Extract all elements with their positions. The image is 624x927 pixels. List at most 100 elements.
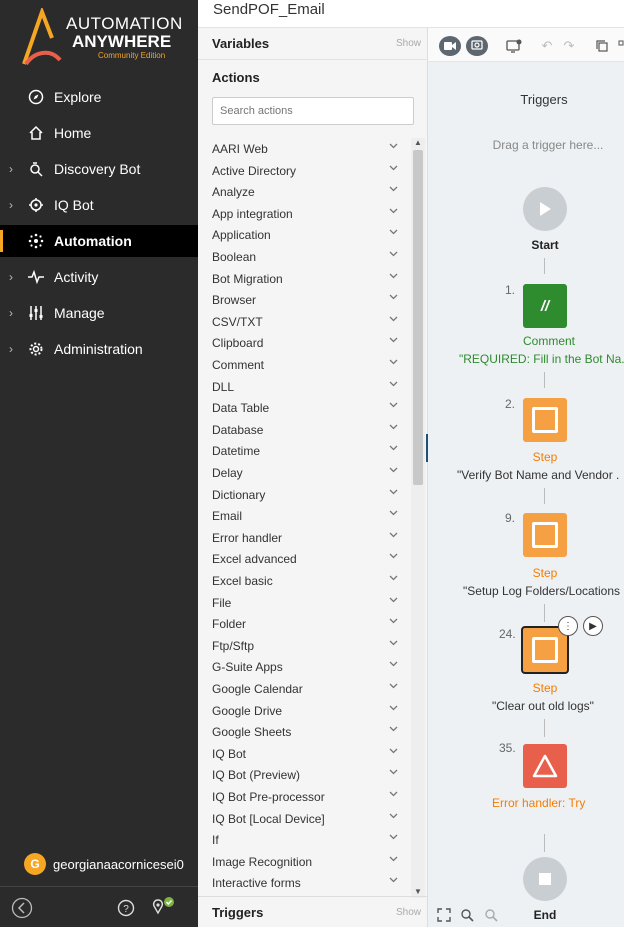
chevron-down-icon[interactable] [389, 206, 398, 217]
action-item[interactable]: Browser [198, 290, 411, 312]
action-item[interactable]: Comment [198, 355, 411, 377]
chevron-down-icon[interactable] [389, 335, 398, 346]
action-item[interactable]: G-Suite Apps [198, 657, 411, 679]
chevron-down-icon[interactable] [389, 400, 398, 411]
step-node[interactable] [523, 398, 567, 442]
chevron-down-icon[interactable] [389, 767, 398, 778]
action-item[interactable]: Google Calendar [198, 679, 411, 701]
action-item[interactable]: IQ Bot (Preview) [198, 765, 411, 787]
more-toolbar-icon[interactable] [613, 36, 624, 56]
action-item[interactable]: Dictionary [198, 485, 411, 507]
action-item[interactable]: If [198, 830, 411, 852]
action-item[interactable]: Google Drive [198, 701, 411, 723]
action-item[interactable]: Interactive forms [198, 873, 411, 895]
scroll-up-arrow-icon[interactable]: ▲ [414, 138, 422, 147]
action-item[interactable]: Data Table [198, 398, 411, 420]
chevron-down-icon[interactable] [389, 746, 398, 757]
zoom-out-icon[interactable] [484, 908, 498, 922]
zoom-in-icon[interactable] [460, 908, 474, 922]
monitor-debug-icon[interactable] [503, 36, 525, 56]
chevron-down-icon[interactable] [389, 703, 398, 714]
action-item[interactable]: Image Recognition [198, 852, 411, 874]
chevron-down-icon[interactable] [389, 141, 398, 152]
action-item[interactable]: DLL [198, 377, 411, 399]
action-item[interactable]: Active Directory [198, 161, 411, 183]
chevron-down-icon[interactable] [389, 573, 398, 584]
action-item[interactable]: App integration [198, 204, 411, 226]
chevron-down-icon[interactable] [389, 227, 398, 238]
error-handler-node[interactable] [523, 744, 567, 788]
chevron-down-icon[interactable] [389, 314, 398, 325]
chevron-down-icon[interactable] [389, 638, 398, 649]
action-item[interactable]: Folder [198, 614, 411, 636]
action-item[interactable]: Application [198, 225, 411, 247]
end-node[interactable] [523, 857, 567, 901]
automation-anywhere-logo[interactable]: AUTOMATION ANYWHERE Community Edition [20, 8, 190, 68]
action-item[interactable]: File [198, 593, 411, 615]
chevron-down-icon[interactable] [389, 184, 398, 195]
scrollbar-thumb[interactable] [413, 150, 423, 485]
action-item[interactable]: Google Sheets [198, 722, 411, 744]
chevron-down-icon[interactable] [389, 832, 398, 843]
chevron-down-icon[interactable] [389, 508, 398, 519]
action-list-scrollbar[interactable]: ▲ ▼ [411, 138, 425, 898]
chevron-down-icon[interactable] [389, 681, 398, 692]
variables-section-header[interactable]: Variables Show [198, 28, 428, 60]
run-from-here-icon[interactable]: ▶ [583, 616, 603, 636]
nav-item-home[interactable]: Home [0, 117, 198, 149]
flow-canvas[interactable]: Triggers Drag a trigger here... Start 1.… [428, 62, 624, 927]
collapse-sidebar-icon[interactable] [11, 897, 33, 919]
chevron-down-icon[interactable] [389, 724, 398, 735]
triggers-show-button[interactable]: Show [396, 907, 421, 918]
chevron-down-icon[interactable] [389, 551, 398, 562]
action-item[interactable]: Email [198, 506, 411, 528]
drag-trigger-hint[interactable]: Drag a trigger here... [428, 138, 624, 152]
chevron-down-icon[interactable] [389, 659, 398, 670]
chevron-down-icon[interactable] [389, 616, 398, 627]
help-icon[interactable]: ? [117, 899, 135, 917]
chevron-down-icon[interactable] [389, 249, 398, 260]
chevron-down-icon[interactable] [389, 292, 398, 303]
device-status-icon[interactable] [151, 896, 175, 918]
nav-item-manage[interactable]: › Manage [0, 297, 198, 329]
nav-item-activity[interactable]: › Activity [0, 261, 198, 293]
action-item[interactable]: Error handler [198, 528, 411, 550]
action-item[interactable]: Datetime [198, 441, 411, 463]
nav-item-automation[interactable]: Automation [0, 225, 198, 257]
nav-item-iq-bot[interactable]: › IQ Bot [0, 189, 198, 221]
chevron-down-icon[interactable] [389, 875, 398, 886]
variables-show-button[interactable]: Show [396, 38, 421, 49]
action-item[interactable]: Excel basic [198, 571, 411, 593]
chevron-down-icon[interactable] [389, 271, 398, 282]
action-item[interactable]: CSV/TXT [198, 312, 411, 334]
start-node[interactable] [523, 187, 567, 231]
chevron-down-icon[interactable] [389, 530, 398, 541]
chevron-down-icon[interactable] [389, 422, 398, 433]
action-item[interactable]: Clipboard [198, 333, 411, 355]
triggers-section-header[interactable]: Triggers Show [198, 896, 428, 927]
nav-item-explore[interactable]: Explore [0, 81, 198, 113]
action-item[interactable]: IQ Bot [198, 744, 411, 766]
scroll-down-arrow-icon[interactable]: ▼ [414, 887, 422, 896]
chevron-down-icon[interactable] [389, 595, 398, 606]
chevron-down-icon[interactable] [389, 854, 398, 865]
action-item[interactable]: Database [198, 420, 411, 442]
action-item[interactable]: Boolean [198, 247, 411, 269]
record-icon[interactable] [439, 36, 461, 56]
nav-item-discovery-bot[interactable]: › Discovery Bot [0, 153, 198, 185]
action-item[interactable]: IQ Bot Pre-processor [198, 787, 411, 809]
copy-icon[interactable] [591, 36, 613, 56]
undo-icon[interactable]: ↶ [536, 36, 558, 56]
redo-icon[interactable]: ↷ [558, 36, 580, 56]
action-item[interactable]: IQ Bot [Local Device] [198, 809, 411, 831]
chevron-down-icon[interactable] [389, 357, 398, 368]
more-options-icon[interactable]: ⋮ [558, 616, 578, 636]
action-item[interactable]: Delay [198, 463, 411, 485]
chevron-down-icon[interactable] [389, 465, 398, 476]
fit-to-screen-icon[interactable] [437, 908, 451, 922]
nav-item-administration[interactable]: › Administration [0, 333, 198, 365]
chevron-down-icon[interactable] [389, 443, 398, 454]
comment-node[interactable]: // [523, 284, 567, 328]
user-profile[interactable]: G georgianaacornicesei0 [24, 853, 184, 875]
chevron-down-icon[interactable] [389, 163, 398, 174]
